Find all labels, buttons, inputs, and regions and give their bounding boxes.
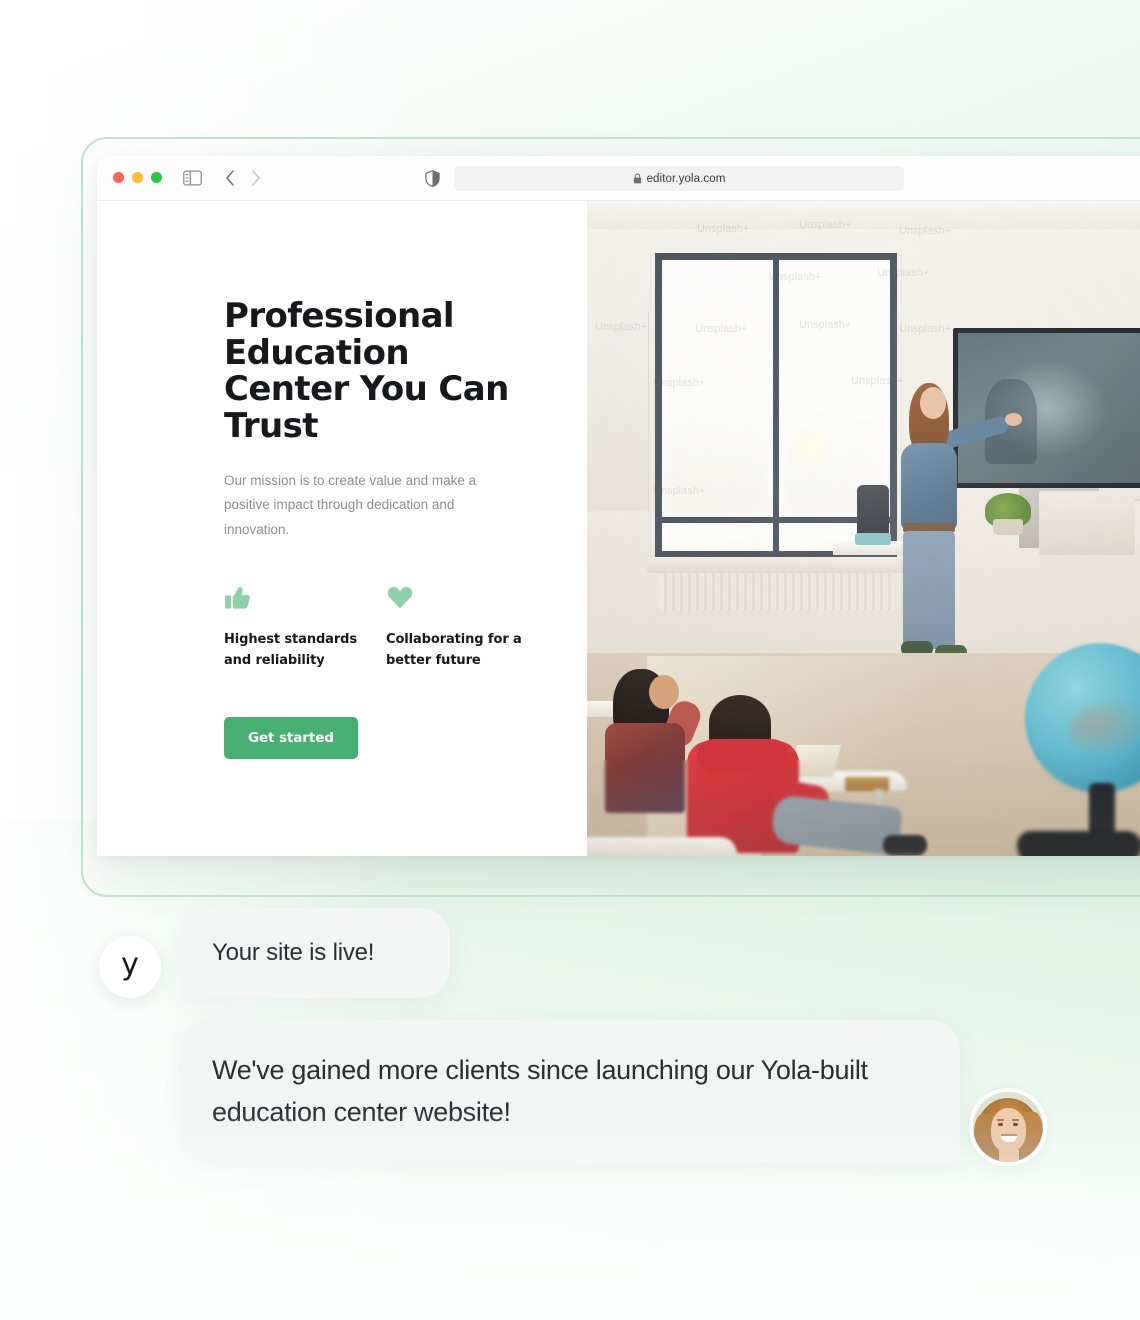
- window-controls[interactable]: [113, 172, 162, 183]
- forward-chevron-icon[interactable]: [247, 168, 265, 188]
- hero-text-column: Professional Education Center You Can Tr…: [97, 201, 587, 856]
- minimize-window-button[interactable]: [132, 172, 143, 183]
- thumbs-up-icon: [224, 583, 252, 611]
- feature-item-collaboration: Collaborating for a better future: [386, 583, 548, 672]
- classroom-photo: Unsplash+ Unsplash+ Unsplash+ Unsplash+ …: [587, 201, 1140, 856]
- yola-logo-avatar: y: [99, 936, 161, 998]
- feature-label: Collaborating for a better future: [386, 631, 522, 668]
- back-chevron-icon[interactable]: [221, 168, 239, 188]
- hero-subtitle: Our mission is to create value and make …: [224, 472, 477, 537]
- lock-icon: [633, 173, 642, 184]
- privacy-shield-icon[interactable]: [424, 169, 440, 187]
- feature-item-standards: Highest standards and reliability: [224, 583, 386, 672]
- background-fade-bottom: [0, 1110, 1140, 1320]
- site-hero-section: Professional Education Center You Can Tr…: [97, 201, 1140, 856]
- chat-bubble-site-live: Your site is live!: [180, 908, 450, 998]
- maximize-window-button[interactable]: [151, 172, 162, 183]
- browser-toolbar: editor.yola.com: [97, 156, 1140, 201]
- chat-message-text: Your site is live!: [212, 939, 375, 966]
- get-started-button[interactable]: Get started: [224, 717, 358, 760]
- feature-label: Highest standards and reliability: [224, 631, 358, 668]
- close-window-button[interactable]: [113, 172, 124, 183]
- feature-list: Highest standards and reliability Collab…: [224, 583, 587, 672]
- url-text: editor.yola.com: [646, 172, 726, 185]
- address-bar[interactable]: editor.yola.com: [454, 166, 904, 191]
- yola-logo-letter: y: [121, 947, 139, 982]
- heart-icon: [386, 583, 414, 611]
- sidebar-toggle-icon[interactable]: [182, 169, 202, 187]
- browser-window: editor.yola.com Professional Education C…: [97, 156, 1140, 856]
- page-title: Professional Education Center You Can Tr…: [224, 296, 509, 447]
